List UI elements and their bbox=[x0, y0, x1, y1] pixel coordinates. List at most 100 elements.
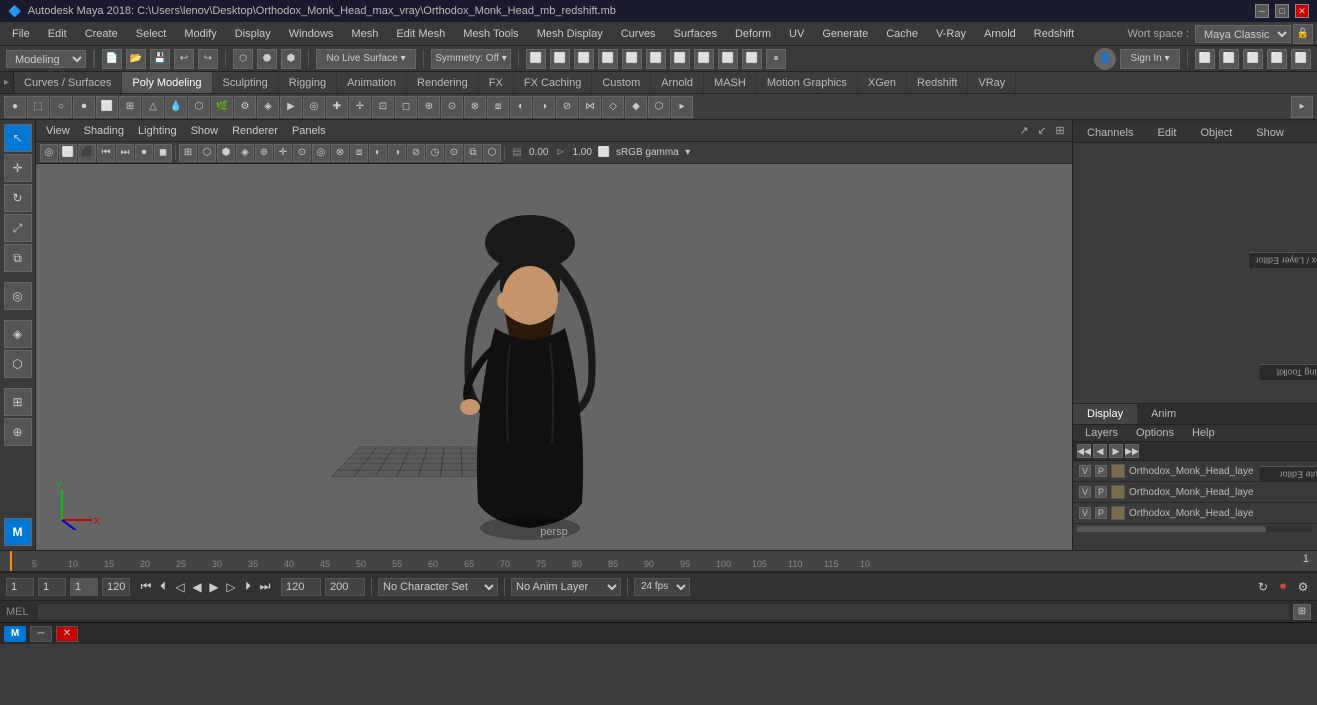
menu-surfaces[interactable]: Surfaces bbox=[666, 26, 725, 42]
tab-rendering[interactable]: Rendering bbox=[407, 72, 479, 93]
vp-icon-right2[interactable]: ↙ bbox=[1034, 123, 1050, 139]
layer-color-1[interactable] bbox=[1111, 464, 1125, 478]
tab-animation[interactable]: Animation bbox=[337, 72, 407, 93]
cmdline-input[interactable] bbox=[38, 604, 1289, 620]
layers-button[interactable]: Layers bbox=[1079, 427, 1124, 439]
vp-icon-right3[interactable]: ⊞ bbox=[1052, 123, 1068, 139]
shelf-tool-26[interactable]: ⋈ bbox=[579, 96, 601, 118]
sculpt-tool[interactable]: ⬡ bbox=[4, 350, 32, 378]
layer-prev[interactable]: ◀ bbox=[1093, 444, 1107, 458]
shelf-tool-20[interactable]: ⊙ bbox=[441, 96, 463, 118]
menu-edit-mesh[interactable]: Edit Mesh bbox=[388, 26, 453, 42]
gamma-dropdown[interactable]: ▾ bbox=[682, 144, 694, 162]
shelf-tool-12[interactable]: ◈ bbox=[257, 96, 279, 118]
layer-scroll-thumb[interactable] bbox=[1077, 526, 1266, 532]
render-icon7[interactable]: ⬜ bbox=[670, 49, 690, 69]
viewport-canvas[interactable]: X Y Z persp bbox=[36, 164, 1072, 550]
vp-tool-6[interactable]: ⏺ bbox=[135, 144, 153, 162]
tab-vray[interactable]: VRay bbox=[968, 72, 1016, 93]
tab-custom[interactable]: Custom bbox=[592, 72, 651, 93]
tab-xgen[interactable]: XGen bbox=[858, 72, 907, 93]
menu-display[interactable]: Display bbox=[227, 26, 279, 42]
taskbar-window-minimize[interactable]: ─ bbox=[30, 626, 52, 642]
object-button[interactable]: Object bbox=[1192, 126, 1240, 140]
menu-file[interactable]: File bbox=[4, 26, 38, 42]
channels-button[interactable]: Channels bbox=[1079, 126, 1141, 140]
undo-button[interactable]: ↩ bbox=[174, 49, 194, 69]
menu-vray[interactable]: V-Ray bbox=[928, 26, 974, 42]
next-frame-button[interactable]: ⏵ bbox=[240, 579, 256, 595]
paint-weights[interactable]: ◈ bbox=[4, 320, 32, 348]
vp-menu-show[interactable]: Show bbox=[185, 124, 225, 138]
tab-fx[interactable]: FX bbox=[479, 72, 514, 93]
vp-tool-19[interactable]: ◑ bbox=[388, 144, 406, 162]
render-icon3[interactable]: ⬜ bbox=[574, 49, 594, 69]
shelf-tool-27[interactable]: ◇ bbox=[602, 96, 624, 118]
tab-curves-surfaces[interactable]: Curves / Surfaces bbox=[14, 72, 122, 93]
scale-tool[interactable]: ⤢ bbox=[4, 214, 32, 242]
symmetry-button[interactable]: Symmetry: Off ▾ bbox=[431, 49, 511, 69]
loop-button[interactable]: ↻ bbox=[1255, 579, 1271, 595]
shelf-icon3[interactable]: ⬜ bbox=[1243, 49, 1263, 69]
end-frame-field[interactable]: 120 bbox=[102, 578, 130, 596]
vp-tool-17[interactable]: ⧈ bbox=[350, 144, 368, 162]
render-icon1[interactable]: ⬜ bbox=[526, 49, 546, 69]
layer-next-next[interactable]: ▶▶ bbox=[1125, 444, 1139, 458]
layer-color-2[interactable] bbox=[1111, 485, 1125, 499]
soft-select[interactable]: ◎ bbox=[4, 282, 32, 310]
shelf-tool-30[interactable]: ▸ bbox=[671, 96, 693, 118]
render-icon2[interactable]: ⬜ bbox=[550, 49, 570, 69]
side-tab-channel-box[interactable]: Channel Box / Layer Editor bbox=[1249, 252, 1317, 268]
vp-tool-4[interactable]: ⏮ bbox=[97, 144, 115, 162]
vp-tool-10[interactable]: ⬢ bbox=[217, 144, 235, 162]
render-icon4[interactable]: ⬜ bbox=[598, 49, 618, 69]
layer-p-3[interactable]: P bbox=[1095, 507, 1107, 519]
minimize-button[interactable]: ─ bbox=[1255, 4, 1269, 18]
layout-tool[interactable]: ⊞ bbox=[4, 388, 32, 416]
menu-cache[interactable]: Cache bbox=[878, 26, 926, 42]
vp-tool-9[interactable]: ⬡ bbox=[198, 144, 216, 162]
shelf-tool-14[interactable]: ◎ bbox=[303, 96, 325, 118]
fps-select[interactable]: 24 fps bbox=[634, 578, 690, 596]
move-tool[interactable]: ✛ bbox=[4, 154, 32, 182]
redo-button[interactable]: ↪ bbox=[198, 49, 218, 69]
lasso-button[interactable]: ⬣ bbox=[257, 49, 277, 69]
shelf-add-button[interactable]: ▸ bbox=[1291, 96, 1313, 118]
shelf-tool-23[interactable]: ◐ bbox=[510, 96, 532, 118]
play-back-button[interactable]: ◀ bbox=[189, 579, 205, 595]
vp-tool-21[interactable]: ◷ bbox=[426, 144, 444, 162]
vp-menu-view[interactable]: View bbox=[40, 124, 76, 138]
shelf-tool-8[interactable]: 💧 bbox=[165, 96, 187, 118]
menu-modify[interactable]: Modify bbox=[176, 26, 224, 42]
shelf-tool-11[interactable]: ⚙ bbox=[234, 96, 256, 118]
mode-select[interactable]: Modeling bbox=[6, 50, 86, 68]
range-end-field[interactable]: 200 bbox=[325, 578, 365, 596]
vp-menu-lighting[interactable]: Lighting bbox=[132, 124, 183, 138]
show-button[interactable]: Show bbox=[1248, 126, 1292, 140]
vp-tool-7[interactable]: ◼ bbox=[154, 144, 172, 162]
shelf-icon5[interactable]: ⬜ bbox=[1291, 49, 1311, 69]
play-forward-button[interactable]: ▶ bbox=[206, 579, 222, 595]
menu-mesh[interactable]: Mesh bbox=[343, 26, 386, 42]
vp-tool-12[interactable]: ⊕ bbox=[255, 144, 273, 162]
menu-uv[interactable]: UV bbox=[781, 26, 812, 42]
layer-prev-prev[interactable]: ◀◀ bbox=[1077, 444, 1091, 458]
layers-help-button[interactable]: Help bbox=[1186, 427, 1221, 439]
shelf-tool-24[interactable]: ◑ bbox=[533, 96, 555, 118]
menu-deform[interactable]: Deform bbox=[727, 26, 779, 42]
shelf-tool-2[interactable]: ⬚ bbox=[27, 96, 49, 118]
menu-select[interactable]: Select bbox=[128, 26, 175, 42]
vp-tool-15[interactable]: ◎ bbox=[312, 144, 330, 162]
vp-tool-11[interactable]: ◈ bbox=[236, 144, 254, 162]
autokey-button[interactable]: ⏺ bbox=[1275, 579, 1291, 595]
menu-generate[interactable]: Generate bbox=[814, 26, 876, 42]
shelf-tool-3[interactable]: ○ bbox=[50, 96, 72, 118]
tab-redshift[interactable]: Redshift bbox=[907, 72, 968, 93]
live-surface-dropdown[interactable]: No Live Surface ▾ bbox=[316, 49, 416, 69]
cmdline-icon[interactable]: ⊞ bbox=[1293, 604, 1311, 620]
vp-tool-18[interactable]: ◐ bbox=[369, 144, 387, 162]
select-tool[interactable]: ↖ bbox=[4, 124, 32, 152]
render-icon6[interactable]: ⬜ bbox=[646, 49, 666, 69]
shelf-tool-5[interactable]: ⬜ bbox=[96, 96, 118, 118]
shelf-tool-25[interactable]: ⊘ bbox=[556, 96, 578, 118]
